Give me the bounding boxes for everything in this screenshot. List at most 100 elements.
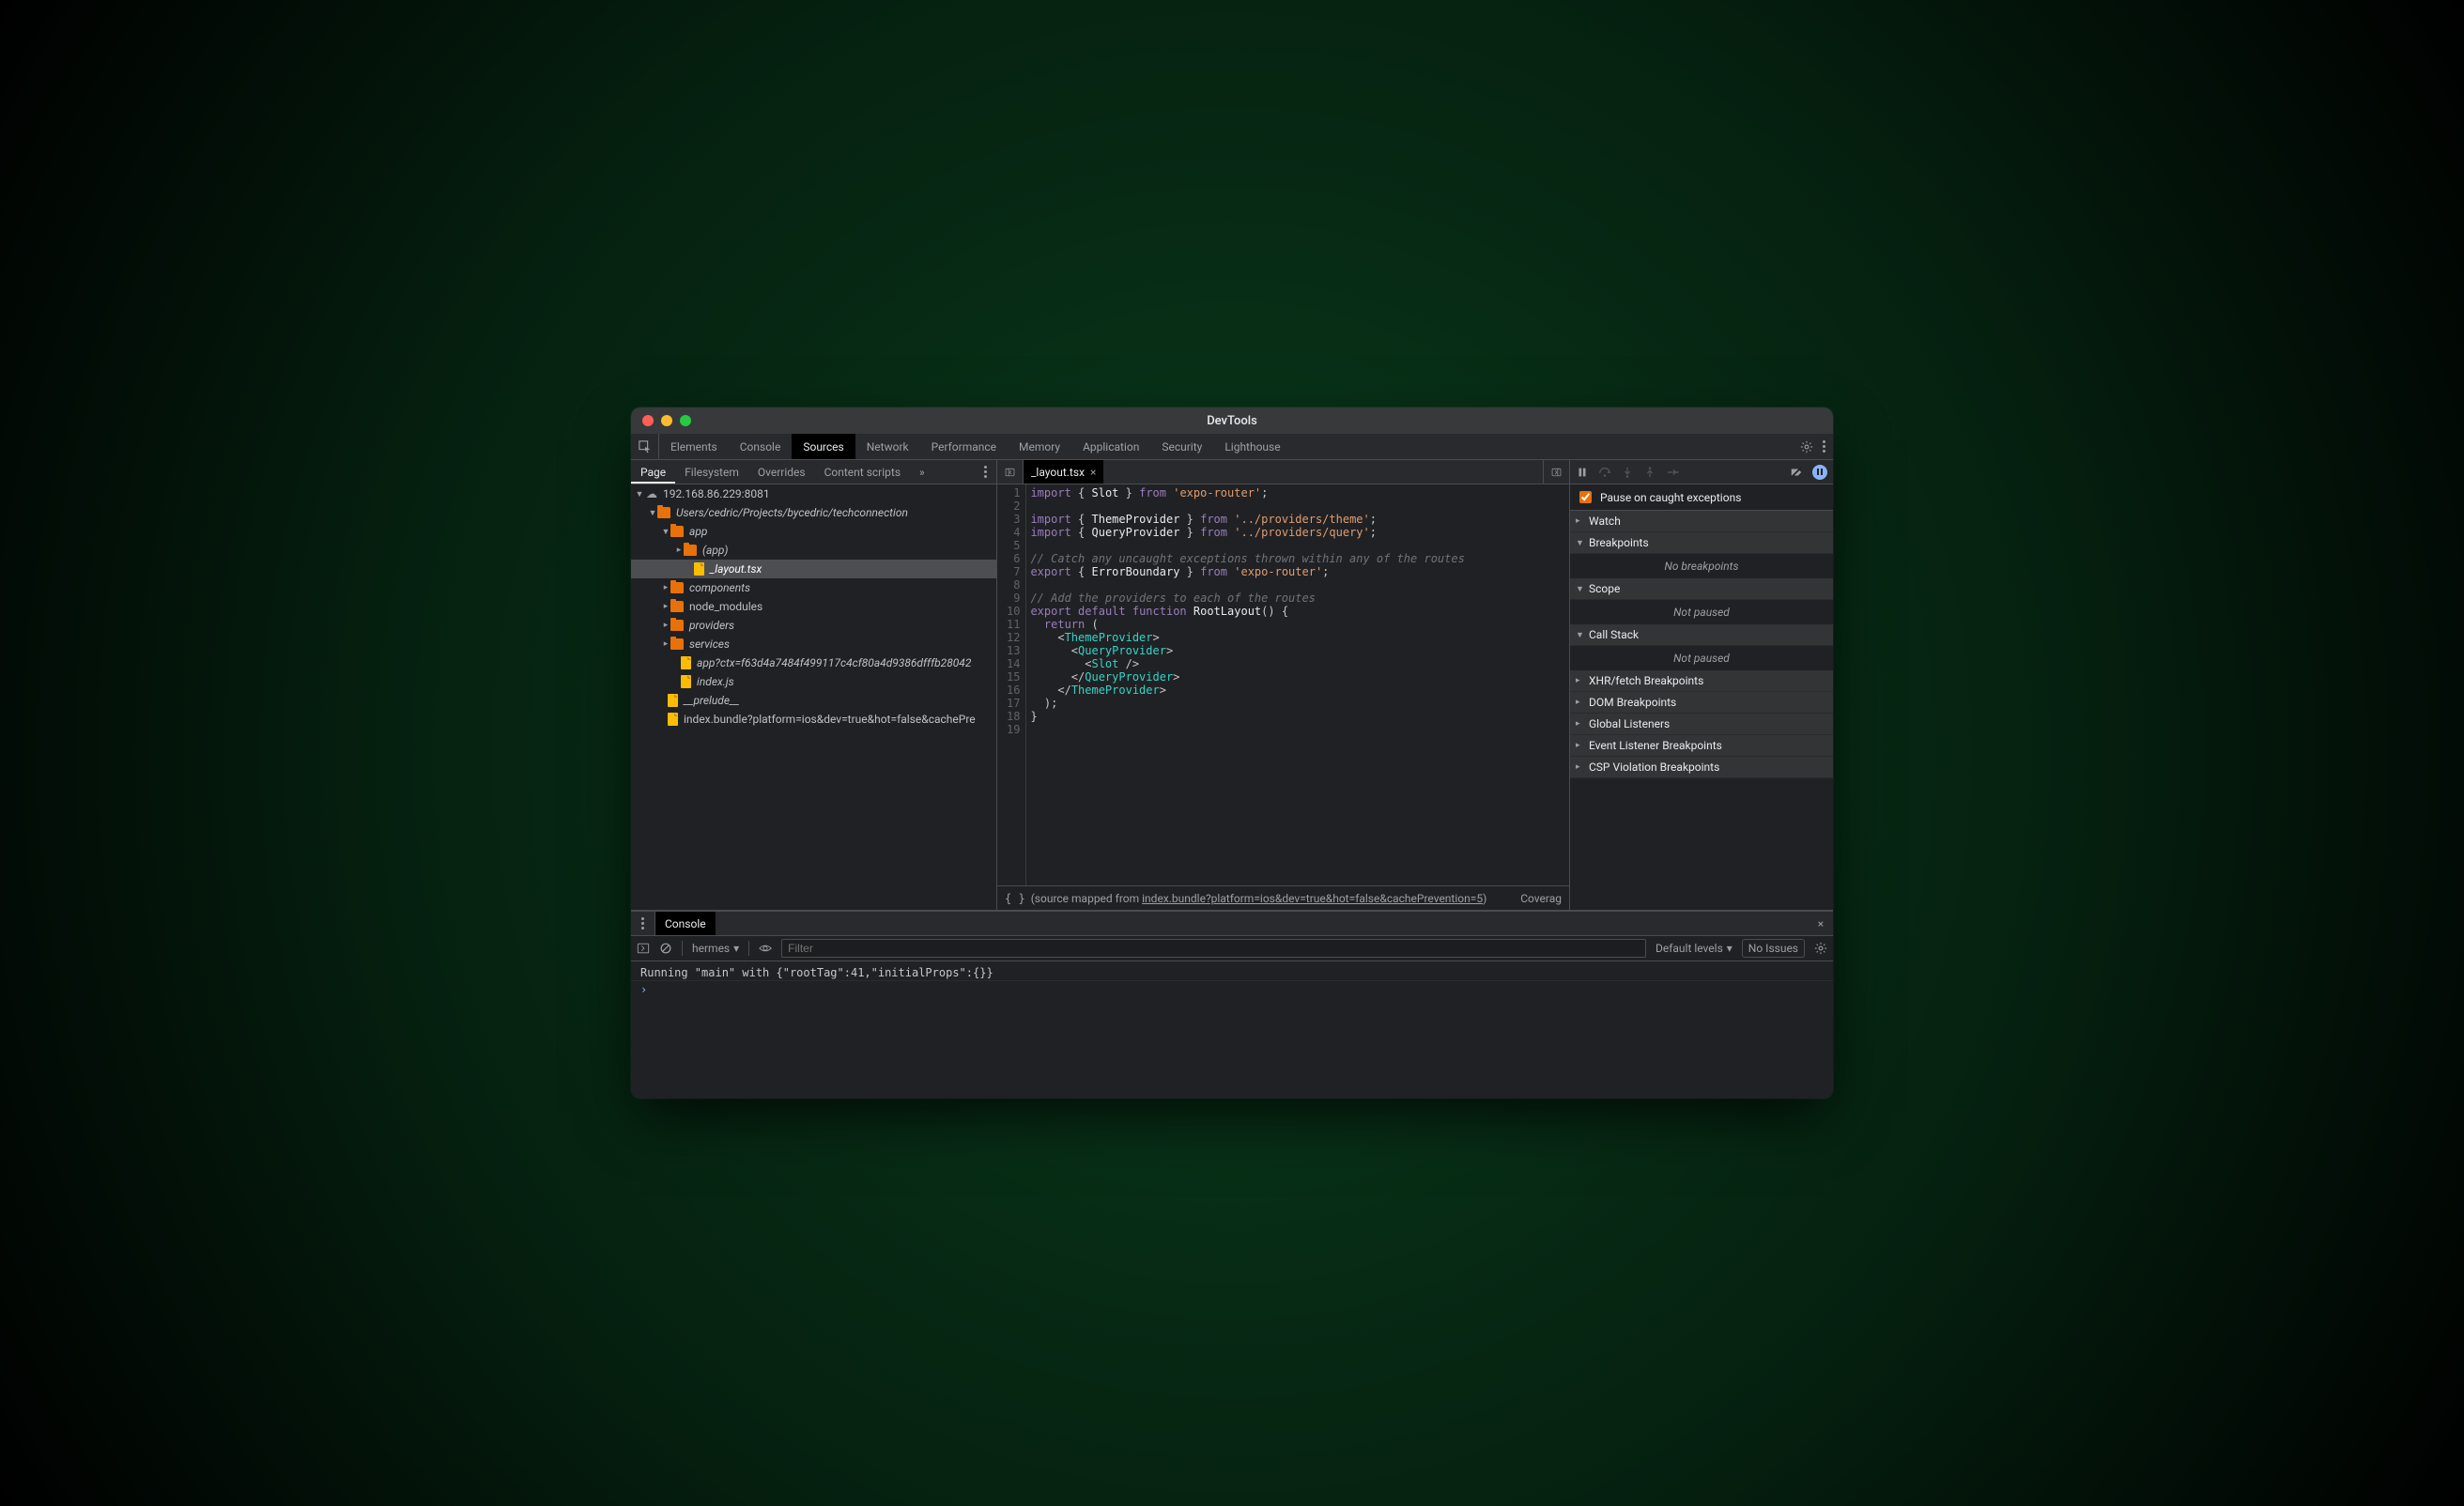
drawer-tabs: Console × [631, 911, 1833, 935]
tree-folder-node_modules[interactable]: ▸node_modules [631, 597, 996, 616]
close-tab-button[interactable]: × [1090, 466, 1096, 479]
section-event-listener-breakpoints[interactable]: ▸Event Listener Breakpoints [1570, 735, 1833, 757]
titlebar: DevTools [631, 407, 1833, 434]
console-output[interactable]: Running "main" with {"rootTag":41,"initi… [631, 961, 1833, 1099]
editor-status-bar: { } (source mapped from index.bundle?pla… [997, 885, 1569, 910]
section-dom-breakpoints[interactable]: ▸DOM Breakpoints [1570, 692, 1833, 714]
source-map-link[interactable]: index.bundle?platform=ios&dev=true&hot=f… [1142, 892, 1483, 905]
chevron-icon: ▸ [1576, 762, 1585, 772]
expand-arrow-icon: ▸ [661, 602, 670, 611]
clear-console-button[interactable] [659, 942, 672, 955]
tab-network[interactable]: Network [855, 434, 920, 459]
step-button[interactable] [1666, 466, 1679, 479]
tab-security[interactable]: Security [1150, 434, 1213, 459]
chevron-icon: ▸ [1576, 698, 1585, 707]
tab-elements[interactable]: Elements [659, 434, 729, 459]
source-map-text: (source mapped from index.bundle?platfor… [1031, 892, 1487, 905]
nav-tab-overrides[interactable]: Overrides [748, 460, 815, 484]
section-call-stack[interactable]: ▼Call Stack [1570, 624, 1833, 646]
tree-file[interactable]: index.js [631, 672, 996, 691]
navigator-more-button[interactable]: » [910, 460, 934, 484]
tree-root-path[interactable]: ▼Users/cedric/Projects/bycedric/techconn… [631, 503, 996, 522]
toggle-debugger-button[interactable] [1543, 460, 1569, 484]
toggle-navigator-button[interactable] [997, 460, 1024, 484]
tree-folder-services[interactable]: ▸services [631, 635, 996, 653]
tree-file[interactable]: app?ctx=f63d4a7484f499117c4cf80a4d9386df… [631, 653, 996, 672]
file-tree[interactable]: ▼☁192.168.86.229:8081▼Users/cedric/Proje… [631, 484, 996, 910]
pause-on-caught-checkbox[interactable] [1579, 491, 1592, 503]
issues-button[interactable]: No Issues [1742, 939, 1805, 958]
nav-tab-filesystem[interactable]: Filesystem [675, 460, 748, 484]
folder-icon [670, 582, 684, 593]
section-scope[interactable]: ▼Scope [1570, 578, 1833, 600]
navigator-pane: PageFilesystemOverridesContent scripts »… [631, 460, 997, 910]
tab-application[interactable]: Application [1071, 434, 1150, 459]
step-out-button[interactable] [1643, 466, 1656, 479]
console-toolbar: hermes ▾ Default levels ▾ No Issues [631, 935, 1833, 961]
step-over-button[interactable] [1598, 466, 1611, 479]
section-body: No breakpoints [1570, 554, 1833, 578]
inspect-element-button[interactable] [631, 434, 659, 459]
chevron-icon: ▸ [1576, 719, 1585, 729]
log-levels-selector[interactable]: Default levels ▾ [1656, 942, 1732, 955]
tab-sources[interactable]: Sources [792, 434, 855, 459]
coverage-label: Coverag [1520, 892, 1562, 905]
panel-left-icon [1005, 466, 1015, 479]
code-area[interactable]: 12345678910111213141516171819 import { S… [997, 484, 1569, 885]
tree-file[interactable]: __prelude__ [631, 691, 996, 710]
debugger-pane: Pause on caught exceptions ▸Watch▼Breakp… [1570, 460, 1833, 910]
tree-folder-app[interactable]: ▼app [631, 522, 996, 541]
section-body: Not paused [1570, 646, 1833, 670]
drawer-tab-console[interactable]: Console [655, 912, 716, 935]
nav-tab-content-scripts[interactable]: Content scripts [815, 460, 910, 484]
section-global-listeners[interactable]: ▸Global Listeners [1570, 714, 1833, 735]
section-watch[interactable]: ▸Watch [1570, 511, 1833, 532]
chevron-icon: ▸ [1576, 516, 1585, 526]
chevron-icon: ▼ [1576, 630, 1585, 640]
section-csp-violation-breakpoints[interactable]: ▸CSP Violation Breakpoints [1570, 757, 1833, 778]
tab-memory[interactable]: Memory [1008, 434, 1071, 459]
navigator-tabs: PageFilesystemOverridesContent scripts » [631, 460, 996, 484]
tree-folder-(app)[interactable]: ▸(app) [631, 541, 996, 560]
chevron-icon: ▼ [1576, 584, 1585, 594]
source-code[interactable]: import { Slot } from 'expo-router'; impo… [1026, 484, 1464, 885]
tree-host[interactable]: ▼☁192.168.86.229:8081 [631, 484, 996, 503]
pause-on-caught-label: Pause on caught exceptions [1600, 491, 1741, 504]
editor-tab-layout[interactable]: _layout.tsx × [1024, 460, 1103, 484]
settings-gear-icon[interactable] [1800, 440, 1813, 453]
tree-file[interactable]: index.bundle?platform=ios&dev=true&hot=f… [631, 710, 996, 729]
pause-script-button[interactable] [1576, 466, 1589, 479]
pretty-print-button[interactable]: { } [1005, 892, 1025, 905]
tree-file-_layout.tsx[interactable]: _layout.tsx [631, 560, 996, 578]
close-drawer-button[interactable]: × [1809, 912, 1833, 935]
pause-on-caught-row[interactable]: Pause on caught exceptions [1570, 484, 1833, 511]
chevron-icon: ▸ [1576, 676, 1585, 685]
console-sidebar-toggle[interactable] [637, 942, 650, 955]
pause-on-exceptions-indicator[interactable] [1812, 465, 1827, 480]
step-into-button[interactable] [1621, 466, 1634, 479]
tree-folder-providers[interactable]: ▸providers [631, 616, 996, 635]
drawer-menu-button[interactable] [631, 912, 655, 935]
console-prompt[interactable]: › [631, 981, 1833, 998]
tab-performance[interactable]: Performance [920, 434, 1008, 459]
section-xhr-fetch-breakpoints[interactable]: ▸XHR/fetch Breakpoints [1570, 670, 1833, 692]
live-expression-button[interactable] [759, 942, 772, 955]
tab-console[interactable]: Console [729, 434, 793, 459]
folder-icon [684, 545, 697, 556]
navigator-menu-button[interactable] [975, 460, 996, 484]
nav-tab-page[interactable]: Page [631, 460, 675, 484]
console-filter-input[interactable] [781, 939, 1646, 958]
console-context-selector[interactable]: hermes ▾ [692, 942, 739, 955]
section-breakpoints[interactable]: ▼Breakpoints [1570, 532, 1833, 554]
more-menu-button[interactable] [1823, 440, 1825, 453]
tree-folder-components[interactable]: ▸components [631, 578, 996, 597]
cloud-icon: ☁ [646, 487, 657, 500]
panel-right-icon [1551, 466, 1562, 479]
folder-icon [657, 507, 670, 518]
tab-lighthouse[interactable]: Lighthouse [1213, 434, 1291, 459]
expand-arrow-icon: ▼ [635, 489, 644, 499]
file-icon [681, 675, 691, 688]
console-settings-button[interactable] [1814, 942, 1827, 955]
deactivate-breakpoints-button[interactable] [1790, 466, 1803, 479]
console-log-line: Running "main" with {"rootTag":41,"initi… [631, 965, 1833, 981]
